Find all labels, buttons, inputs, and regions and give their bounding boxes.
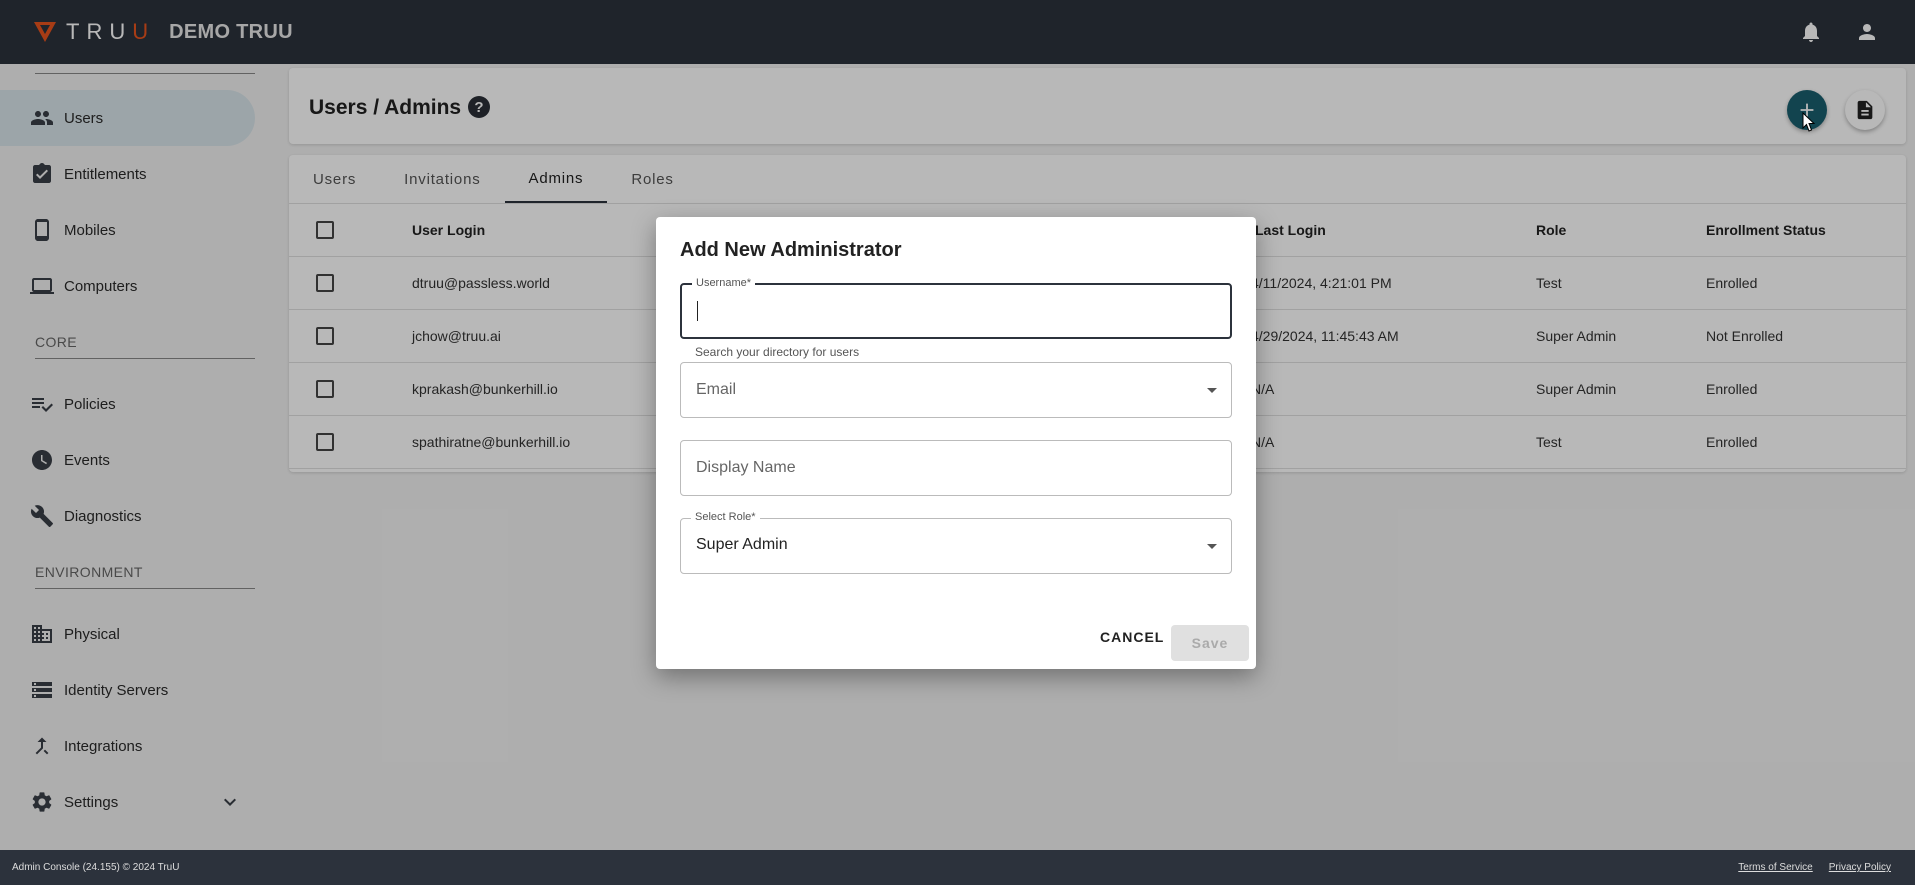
footer: Admin Console (24.155) © 2024 TruU Terms… (0, 850, 1915, 885)
email-placeholder: Email (696, 381, 737, 398)
display-name-placeholder: Display Name (696, 459, 796, 476)
cancel-button[interactable]: Cancel (1100, 629, 1164, 645)
terms-of-service-link[interactable]: Terms of Service (1738, 862, 1812, 873)
username-field[interactable]: Username* (680, 277, 1232, 339)
privacy-policy-link[interactable]: Privacy Policy (1829, 862, 1891, 873)
display-name-field[interactable]: Display Name (680, 440, 1232, 496)
role-value: Super Admin (696, 536, 788, 553)
dropdown-arrow-icon (1207, 544, 1217, 549)
mouse-pointer-icon (1802, 112, 1816, 132)
text-caret (697, 301, 698, 321)
dialog-title: Add New Administrator (680, 239, 902, 261)
username-label: Username* (692, 277, 756, 289)
footer-copyright: Admin Console (24.155) © 2024 TruU (12, 862, 180, 873)
email-select[interactable]: Email (680, 362, 1232, 418)
cancel-label: Cancel (1100, 629, 1165, 645)
add-administrator-dialog: Add New Administrator Username* Search y… (656, 217, 1256, 669)
save-button[interactable]: Save (1171, 625, 1249, 661)
role-label: Select Role* (691, 511, 760, 523)
role-select[interactable]: Select Role* Super Admin (680, 511, 1232, 574)
username-helper-text: Search your directory for users (695, 345, 860, 359)
save-label: Save (1191, 635, 1229, 651)
dropdown-arrow-icon (1207, 388, 1217, 393)
